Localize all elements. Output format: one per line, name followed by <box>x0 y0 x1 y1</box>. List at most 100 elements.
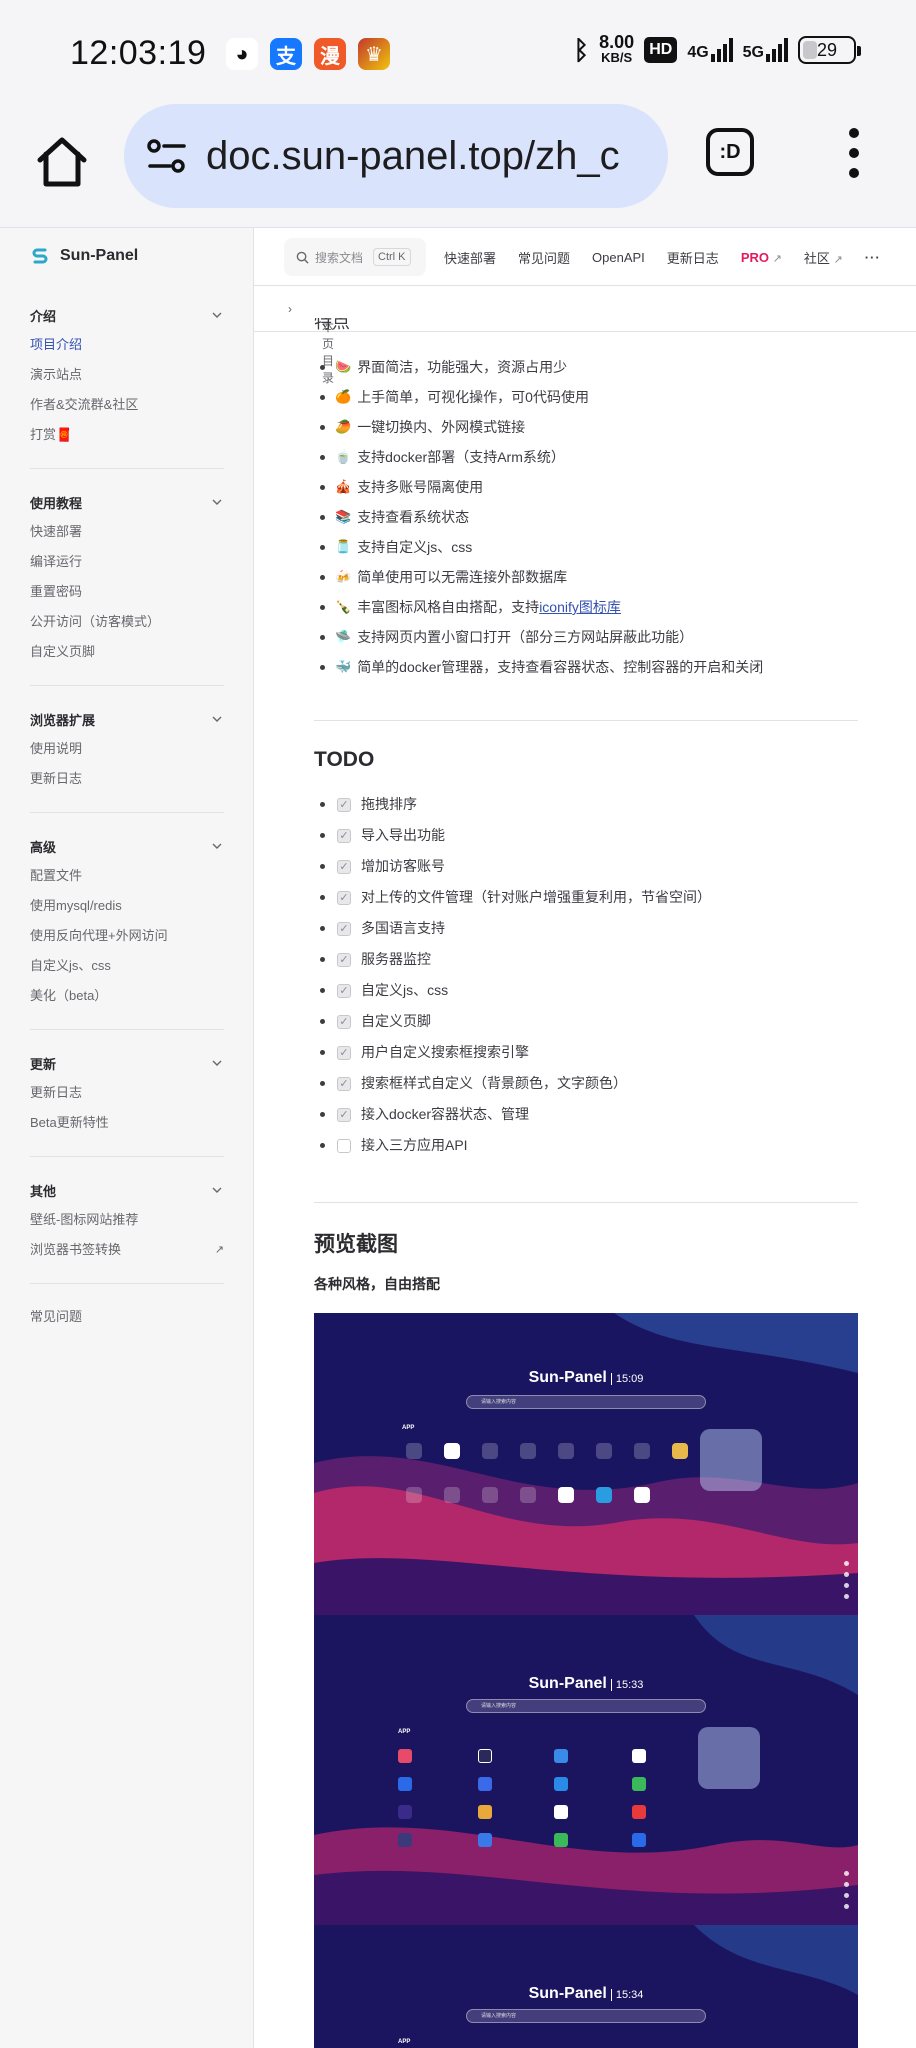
sidebar-item[interactable]: 公开访问（访客模式） <box>30 607 224 637</box>
sidebar-nav: 介绍项目介绍 演示站点 作者&交流群&社区 打赏🧧 使用教程 快速部署编译运行重置密码公开… <box>30 300 224 1350</box>
more-icon[interactable]: ··· <box>865 250 881 265</box>
nav-link-pro-label: PRO <box>740 249 769 265</box>
sidebar-item[interactable]: 更新日志 <box>30 764 224 794</box>
checkbox-checked <box>337 797 351 812</box>
todo-item: 搜索框样式自定义（背景颜色，文字颜色） <box>320 1068 711 1099</box>
features-heading-partial: 特点 <box>314 318 350 332</box>
tabs-button[interactable]: :D <box>706 128 754 176</box>
checkbox-checked <box>337 890 351 905</box>
sidebar-group-title: 浏览器扩展 <box>30 712 96 728</box>
sidebar-item-faq[interactable]: 常见问题 <box>30 1302 224 1332</box>
feature-item: 🎪 支持多账号隔离使用 <box>320 472 763 502</box>
feature-item: 🛸 支持网页内置小窗口打开（部分三方网站屏蔽此功能） <box>320 622 763 652</box>
sidebar-group-header[interactable]: 介绍 <box>30 300 224 330</box>
sidebar-item[interactable]: 壁纸-图标网站推荐 <box>30 1205 224 1235</box>
chevron-down-icon[interactable] <box>210 1183 224 1197</box>
todo-text: 接入docker容器状态、管理 <box>361 1106 530 1122</box>
net-4g-label: 4G <box>687 44 709 61</box>
chevron-down-icon[interactable] <box>210 1056 224 1070</box>
sidebar-item[interactable]: 演示站点 <box>30 360 224 390</box>
todo-item: 用户自定义搜索框搜索引擎 <box>320 1037 711 1068</box>
sidebar-item[interactable]: 自定义页脚 <box>30 637 224 667</box>
sidebar-item[interactable]: 项目介绍 <box>30 330 224 360</box>
sidebar-item[interactable]: 浏览器书签转换 ↗ <box>30 1235 224 1265</box>
sidebar-item[interactable]: 使用mysql/redis <box>30 891 224 921</box>
checkbox-checked <box>337 921 351 936</box>
nav-link-faq[interactable]: 常见问题 <box>518 248 570 267</box>
sidebar-item[interactable]: 更新日志 <box>30 1078 224 1108</box>
address-bar[interactable]: doc.sun-panel.top/zh_c <box>124 104 668 208</box>
sidebar-item[interactable]: 编译运行 <box>30 547 224 577</box>
screenshot-group-label: APP <box>402 1425 415 1431</box>
chevron-down-icon[interactable] <box>210 712 224 726</box>
status-bar: 12:03:19 ◕ 支 漫 ♛ ᛒ 8.00 KB/S HD 4G 5G 29 <box>0 0 916 104</box>
nav-link-changelog[interactable]: 更新日志 <box>667 248 719 267</box>
sidebar-item[interactable]: 美化（beta） <box>30 981 224 1011</box>
search-button[interactable]: 搜索文档 Ctrl K <box>284 238 426 276</box>
net-speed-value: 8.00 <box>599 32 635 52</box>
sidebar-item-label: 使用反向代理+外网访问 <box>30 928 168 943</box>
todo-text: 增加访客账号 <box>361 858 445 874</box>
todo-item: 增加访客账号 <box>320 851 711 882</box>
sidebar-group-header[interactable]: 使用教程 <box>30 487 224 517</box>
checkbox-checked <box>337 952 351 967</box>
screenshot-side-dots <box>844 1871 852 1909</box>
todo-list: 拖拽排序导入导出功能增加访客账号对上传的文件管理（针对账户增强重复利用，节省空间… <box>320 789 711 1161</box>
screenshot-search: 请输入搜索内容 <box>466 1699 706 1713</box>
site-logo[interactable]: Sun-Panel <box>30 246 138 266</box>
feature-emoji-icon: 🛸 <box>335 629 352 644</box>
feature-item: 🍊 上手简单，可视化操作，可0代码使用 <box>320 382 763 412</box>
todo-item: 导入导出功能 <box>320 820 711 851</box>
chevron-down-icon[interactable] <box>210 308 224 322</box>
preview-heading: 预览截图 <box>314 1233 398 1256</box>
nav-link-community[interactable]: 社区 ↗ <box>804 248 843 267</box>
checkbox-checked <box>337 1107 351 1122</box>
clock: 12:03:19 <box>70 34 207 72</box>
nav-link-pro[interactable]: PRO ↗ <box>741 250 782 265</box>
nav-link-openapi[interactable]: OpenAPI <box>592 250 645 265</box>
sidebar-item-label: 编译运行 <box>30 554 83 569</box>
sidebar-item[interactable]: 使用说明 <box>30 734 224 764</box>
sidebar-item-label: 重置密码 <box>30 584 83 599</box>
top-nav: 搜索文档 Ctrl K 快速部署 常见问题 OpenAPI 更新日志 PRO ↗… <box>254 228 916 286</box>
site-settings-icon[interactable] <box>144 133 190 179</box>
sidebar-group-title: 介绍 <box>30 308 57 324</box>
home-icon[interactable] <box>32 132 92 192</box>
overflow-menu-icon[interactable] <box>842 128 866 178</box>
url-text[interactable]: doc.sun-panel.top/zh_c <box>206 134 646 179</box>
feature-text: 简单使用可以无需连接外部数据库 <box>357 569 568 585</box>
sidebar-group-header[interactable]: 高级 <box>30 831 224 861</box>
sidebar-item[interactable]: Beta更新特性 <box>30 1108 224 1138</box>
chevron-down-icon[interactable] <box>210 495 224 509</box>
bluetooth-icon: ᛒ <box>573 34 590 65</box>
todo-item: 自定义页脚 <box>320 1006 711 1037</box>
chevron-down-icon[interactable] <box>210 839 224 853</box>
sidebar-item[interactable]: 作者&交流群&社区 <box>30 390 224 420</box>
checkbox-checked <box>337 1014 351 1029</box>
sidebar-item[interactable]: 配置文件 <box>30 861 224 891</box>
sidebar-item[interactable]: 使用反向代理+外网访问 <box>30 921 224 951</box>
sidebar-group-header[interactable]: 浏览器扩展 <box>30 704 224 734</box>
sidebar-group-header[interactable]: 其他 <box>30 1175 224 1205</box>
screenshot-brand: Sun-Panel 15:33 <box>314 1675 858 1693</box>
nav-link-community-label: 社区 <box>803 250 830 266</box>
sidebar-item[interactable]: 重置密码 <box>30 577 224 607</box>
preview-screenshot-1: Sun-Panel 15:09 请输入搜索内容 APP <box>314 1313 858 1615</box>
sidebar-item-label: 壁纸-图标网站推荐 <box>30 1212 139 1227</box>
feature-emoji-icon: 📚 <box>335 509 352 524</box>
nav-link-deploy[interactable]: 快速部署 <box>444 248 496 267</box>
search-placeholder: 搜索文档 <box>315 250 364 265</box>
iconify-link[interactable]: iconify图标库 <box>539 592 621 622</box>
outline-toggle[interactable]: 本页目录 › <box>254 286 916 385</box>
screenshot-icon-row <box>406 1487 672 1503</box>
sidebar-item[interactable]: 自定义js、css <box>30 951 224 981</box>
net-speed: 8.00 KB/S <box>599 32 635 66</box>
feature-item: 🫙 支持自定义js、css <box>320 532 763 562</box>
sidebar-group-header[interactable]: 更新 <box>30 1048 224 1078</box>
sidebar-item[interactable]: 打赏🧧 <box>30 420 224 450</box>
hd-icon: HD <box>644 37 678 63</box>
docs-sidebar: Sun-Panel 介绍项目介绍 演示站点 作者&交流群&社区 打赏🧧 使用教程 快速部署… <box>0 228 254 2048</box>
sidebar-item-label: 浏览器书签转换 <box>30 1242 122 1257</box>
sidebar-item[interactable]: 快速部署 <box>30 517 224 547</box>
feature-text: 简单的docker管理器，支持查看容器状态、控制容器的开启和关闭 <box>357 659 764 675</box>
